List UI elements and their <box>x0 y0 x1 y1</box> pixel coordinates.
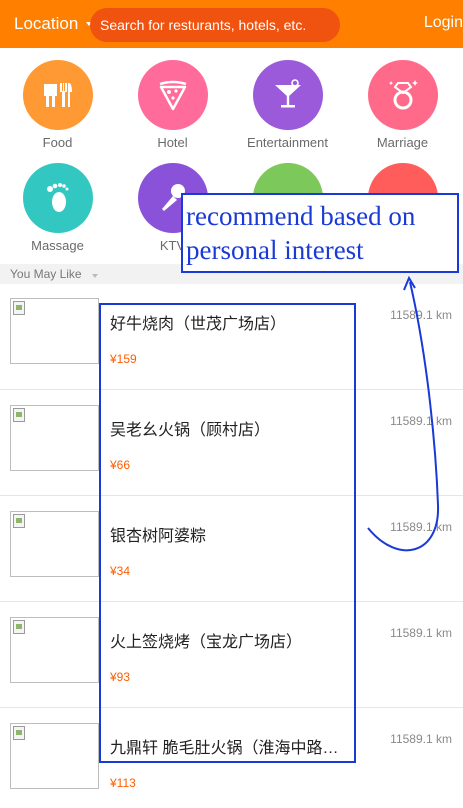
annotation-arrow-icon <box>367 275 440 552</box>
annotation-line-2: personal interest <box>186 235 364 265</box>
annotation-label: recommend based on personal interest <box>181 193 459 273</box>
annotation-line-1: recommend based on <box>186 201 416 231</box>
